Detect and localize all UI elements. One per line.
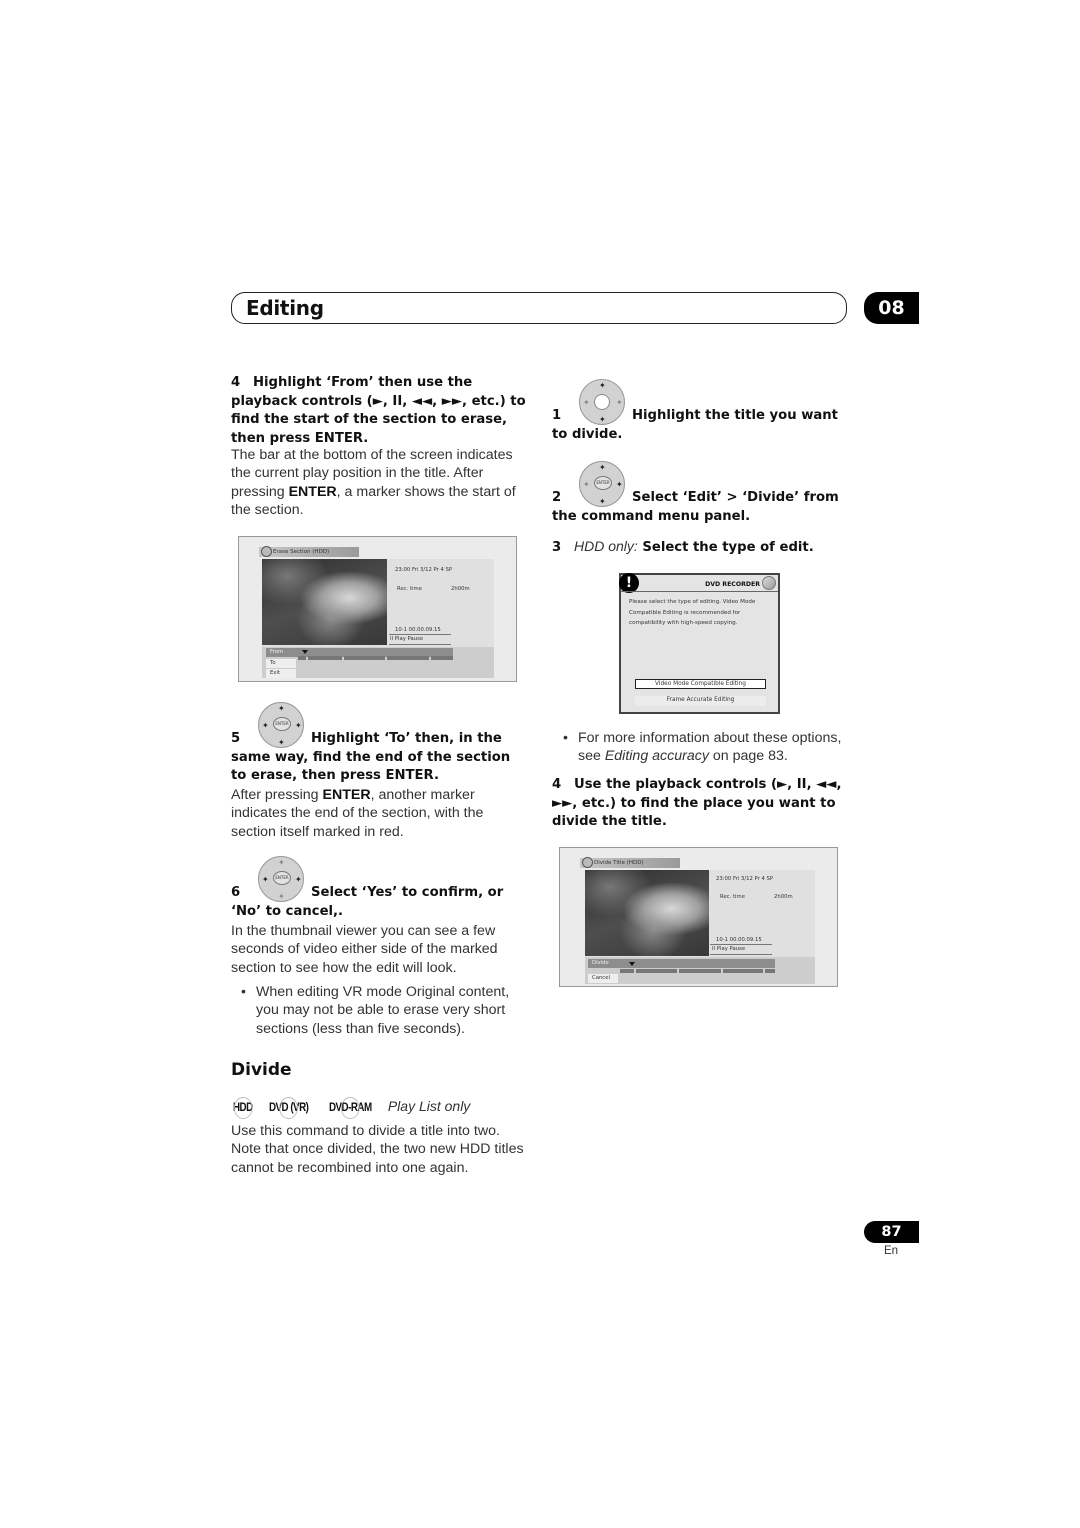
language-label: En <box>884 1245 899 1257</box>
osd-rec-time-value: 2h00m <box>451 586 470 592</box>
osd-option-exit[interactable]: Exit <box>266 669 296 678</box>
hdd-disc-icon <box>261 546 272 557</box>
dialog-brand: DVD RECORDER <box>705 581 760 588</box>
bullet-dot: • <box>241 984 246 1000</box>
frame-accurate-editing-button[interactable]: Frame Accurate Editing <box>635 696 766 706</box>
hdd-disc-icon <box>582 857 593 868</box>
badge-dvd-ram: DVD-RAM <box>329 1097 372 1119</box>
osd-option-divide[interactable]: Divide <box>588 959 775 968</box>
timeline-segment <box>387 656 429 660</box>
badge-note: Play List only <box>387 1098 471 1114</box>
left-step6-bullet: When editing VR mode Original content, y… <box>256 984 510 1037</box>
timeline-segment <box>344 656 385 660</box>
page-number-badge: 87 <box>864 1221 919 1243</box>
dialog-message: Please select the type of editing. Video… <box>629 599 756 626</box>
left-step6-heading: 6 Select ‘Yes’ to confirm, or ‘No’ to can… <box>231 885 504 919</box>
right-step4-heading: 4 Use the playback controls (►, II, ◄◄, ►… <box>552 777 842 829</box>
timeline-segment <box>308 656 342 660</box>
osd-rec-time-label: Rec. time <box>397 586 422 592</box>
timeline-segment <box>431 656 453 660</box>
divide-section-heading: Divide <box>231 1060 292 1080</box>
timeline-segment <box>298 656 306 660</box>
right-step2-heading: 2 Select ‘Edit’ > ‘Divide’ from the comma… <box>552 490 839 524</box>
editing-accuracy-reference: Editing accuracy <box>604 748 709 765</box>
osd-rec-time-value: 2h00m <box>774 894 793 900</box>
divide-title-screen: Divide Title (HDD) 23:00 Fri 3/12 Pr 4 S… <box>559 847 838 987</box>
chapter-number-badge: 08 <box>864 292 919 324</box>
timeline-segment <box>723 969 763 973</box>
timeline-segment <box>636 969 677 973</box>
timeline-segment <box>620 969 634 973</box>
left-step5-body: After pressing ENTER, another marker ind… <box>231 787 484 840</box>
osd-datetime: 23:00 Fri 3/12 Pr 4 SP <box>716 876 774 882</box>
right-step1-heading: 1 Highlight the title you want to divide. <box>552 408 838 442</box>
warning-icon: ! <box>619 573 639 593</box>
badge-dvd-vr: DVD (VR) <box>269 1097 309 1119</box>
left-step4-heading: 4 Highlight ‘From’ then use the playback … <box>231 375 526 446</box>
video-thumbnail <box>585 870 709 956</box>
left-step6-body: In the thumbnail viewer you can see a fe… <box>231 923 498 976</box>
chapter-title: Editing <box>246 296 324 320</box>
bullet-dot: • <box>563 730 568 746</box>
chapter-header-bar: Editing <box>231 292 847 324</box>
osd-position: 10-1 00.00.09.15 <box>395 627 441 633</box>
video-mode-compatible-editing-button[interactable]: Video Mode Compatible Editing <box>635 679 766 689</box>
osd-option-to[interactable]: To <box>266 659 296 668</box>
osd-option-cancel[interactable]: Cancel <box>588 974 618 983</box>
osd-rec-time-label: Rec. time <box>720 894 745 900</box>
badge-hdd: HDD <box>233 1097 253 1119</box>
video-thumbnail <box>262 559 387 645</box>
osd-position: 10-1 00.00.09.15 <box>716 937 762 943</box>
timeline-segment <box>765 969 775 973</box>
timeline-segment <box>679 969 721 973</box>
erase-section-screen: Erase Section (HDD) 23:00 Fri 3/12 Pr 4 … <box>238 536 517 682</box>
left-step4-body: The bar at the bottom of the screen indi… <box>231 447 516 518</box>
disc-compatibility-badges: HDD DVD (VR) DVD-RAM Play List only <box>233 1096 471 1119</box>
osd-play-status: II Play Pause <box>712 946 746 952</box>
osd-title-bar: Divide Title (HDD) <box>580 857 680 868</box>
disc-icon <box>762 576 776 590</box>
right-step3-heading: 3 HDD only: Select the type of edit. <box>552 538 814 555</box>
position-marker <box>629 962 635 966</box>
left-step5-heading: 5 Highlight ‘To’ then, in the same way, f… <box>231 731 511 783</box>
edit-type-dialog: ! DVD RECORDER Please select the type of… <box>619 573 780 714</box>
right-bullet-info: For more information about these options… <box>578 730 842 765</box>
osd-play-status: II Play Pause <box>390 636 424 642</box>
divide-description: Use this command to divide a title into … <box>231 1123 524 1176</box>
osd-title-bar: Erase Section (HDD) <box>259 546 359 557</box>
osd-datetime: 23:00 Fri 3/12 Pr 4 SP <box>395 567 453 573</box>
position-marker <box>302 650 308 654</box>
